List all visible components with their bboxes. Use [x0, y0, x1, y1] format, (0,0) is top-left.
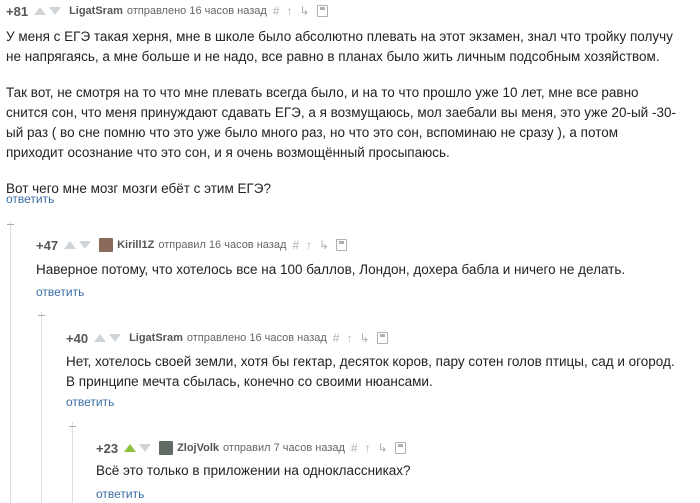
vote-down-icon[interactable] — [109, 334, 122, 342]
username[interactable]: ZlojVolk — [177, 442, 219, 454]
comment-paragraph: Так вот, не смотря на то что мне плевать… — [6, 85, 676, 160]
vote-up-icon[interactable] — [64, 241, 77, 249]
comment-text: Всё это только в приложении на однокласс… — [96, 461, 676, 481]
comment-header: +47 Kirill1Z отправил 16 часов назад # ↑… — [36, 236, 348, 254]
comment-paragraph: Наверное потому, что хотелось все на 100… — [36, 262, 626, 277]
reply-link[interactable]: ответить — [6, 192, 54, 206]
vote-up-icon[interactable] — [94, 334, 107, 342]
sent-time: отправил 7 часов назад — [223, 442, 345, 454]
comment: +81 LigatSram отправлено 16 часов назад … — [0, 0, 700, 215]
vote-down-icon[interactable] — [139, 444, 152, 452]
sent-time: отправил 16 часов назад — [158, 239, 287, 251]
comment-text: У меня с ЕГЭ такая херня, мне в школе бы… — [6, 27, 676, 199]
rating: +23 — [96, 440, 119, 456]
comment-paragraph: Всё это только в приложении на однокласс… — [96, 463, 411, 478]
sent-time: отправлено 16 часов назад — [126, 5, 267, 17]
vote-down-icon[interactable] — [49, 7, 62, 15]
vote-up-icon[interactable] — [124, 444, 137, 452]
collapse-toggle-icon[interactable] — [38, 315, 45, 316]
arrow-up-icon[interactable]: ↑ — [286, 4, 292, 18]
rating: +81 — [6, 3, 29, 19]
vote-down-icon[interactable] — [79, 241, 92, 249]
username[interactable]: LigatSram — [69, 5, 123, 17]
parent-link-icon[interactable]: ↳ — [299, 4, 309, 18]
hash-icon[interactable]: # — [273, 4, 280, 18]
hash-icon[interactable]: # — [333, 331, 340, 345]
save-icon[interactable] — [316, 5, 328, 17]
reply-link[interactable]: ответить — [96, 487, 144, 501]
comment-header: +81 LigatSram отправлено 16 часов назад … — [6, 2, 328, 20]
sent-time: отправлено 16 часов назад — [186, 332, 327, 344]
rating: +47 — [36, 237, 59, 253]
save-icon[interactable] — [394, 442, 406, 454]
parent-link-icon[interactable]: ↳ — [359, 331, 369, 345]
parent-link-icon[interactable]: ↳ — [378, 441, 388, 455]
comment-header: +23 ZlojVolk отправил 7 часов назад # ↑ … — [96, 439, 406, 457]
comment-paragraph: Вот чего мне мозг мозги ебёт с этим ЕГЭ? — [6, 181, 272, 196]
hash-icon[interactable]: # — [292, 238, 299, 252]
rating: +40 — [66, 330, 89, 346]
thread-line — [72, 422, 73, 503]
username[interactable]: LigatSram — [129, 332, 183, 344]
collapse-toggle-icon[interactable] — [7, 224, 14, 225]
collapse-toggle-icon[interactable] — [69, 426, 76, 427]
save-icon[interactable] — [376, 332, 388, 344]
avatar[interactable] — [99, 238, 114, 252]
thread-line — [41, 312, 42, 503]
hash-icon[interactable]: # — [351, 441, 358, 455]
save-icon[interactable] — [336, 239, 348, 251]
thread-line — [10, 222, 11, 503]
arrow-up-icon[interactable]: ↑ — [306, 238, 312, 252]
vote-up-icon[interactable] — [34, 7, 47, 15]
comment-header: +40 LigatSram отправлено 16 часов назад … — [66, 329, 388, 347]
comment-paragraph: Нет, хотелось своей земли, хотя бы гекта… — [66, 354, 675, 389]
parent-link-icon[interactable]: ↳ — [319, 238, 329, 252]
username[interactable]: Kirill1Z — [117, 239, 154, 251]
comment-text: Наверное потому, что хотелось все на 100… — [36, 260, 676, 280]
reply-link[interactable]: ответить — [36, 285, 84, 299]
comment-text: Нет, хотелось своей земли, хотя бы гекта… — [66, 352, 676, 392]
arrow-up-icon[interactable]: ↑ — [346, 331, 352, 345]
avatar[interactable] — [159, 441, 174, 455]
comment-paragraph: У меня с ЕГЭ такая херня, мне в школе бы… — [6, 29, 673, 64]
arrow-up-icon[interactable]: ↑ — [365, 441, 371, 455]
reply-link[interactable]: ответить — [66, 395, 114, 409]
